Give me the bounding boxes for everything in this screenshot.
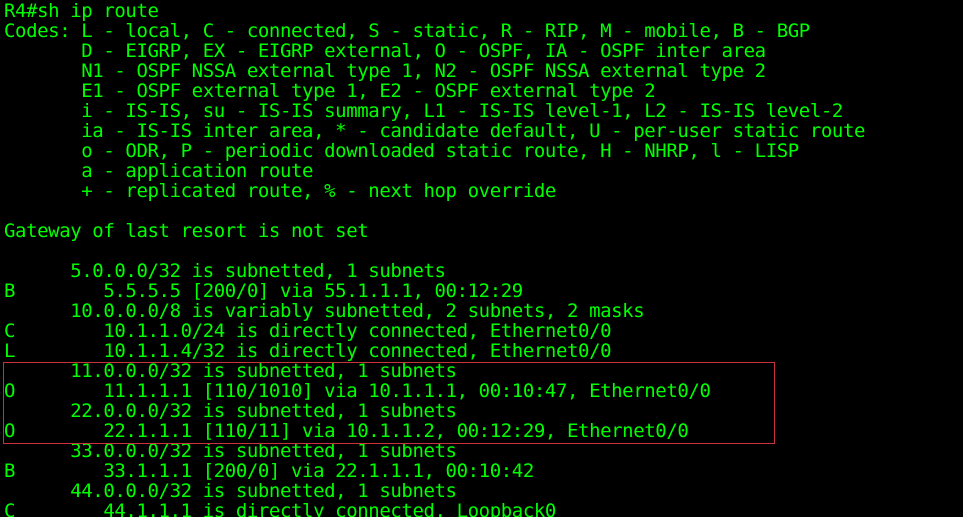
codes-legend-line: o - ODR, P - periodic downloaded static …	[4, 140, 799, 162]
codes-legend-line: a - application route	[4, 160, 314, 182]
codes-legend-line: E1 - OSPF external type 1, E2 - OSPF ext…	[4, 80, 656, 102]
route-entry-line: C 44.1.1.1 is directly connected, Loopba…	[4, 500, 556, 517]
codes-legend-line: + - replicated route, % - next hop overr…	[4, 180, 556, 202]
codes-legend-line: N1 - OSPF NSSA external type 1, N2 - OSP…	[4, 60, 766, 82]
route-header-line: 33.0.0.0/32 is subnetted, 1 subnets	[4, 440, 457, 462]
route-header-line: 10.0.0.0/8 is variably subnetted, 2 subn…	[4, 300, 645, 322]
route-header-line: 11.0.0.0/32 is subnetted, 1 subnets	[4, 360, 457, 382]
route-entry-line: O 11.1.1.1 [110/1010] via 10.1.1.1, 00:1…	[4, 380, 711, 402]
codes-legend-line: D - EIGRP, EX - EIGRP external, O - OSPF…	[4, 40, 766, 62]
codes-legend-line: ia - IS-IS inter area, * - candidate def…	[4, 120, 866, 142]
terminal-window[interactable]: R4#sh ip route Codes: L - local, C - con…	[0, 0, 963, 517]
prompt-command-line: R4#sh ip route	[4, 0, 159, 22]
route-header-line: 5.0.0.0/32 is subnetted, 1 subnets	[4, 260, 446, 282]
route-entry-line: O 22.1.1.1 [110/11] via 10.1.1.2, 00:12:…	[4, 420, 689, 442]
route-entry-line: B 33.1.1.1 [200/0] via 22.1.1.1, 00:10:4…	[4, 460, 534, 482]
terminal-output: R4#sh ip route Codes: L - local, C - con…	[4, 1, 865, 517]
codes-legend-line: Codes: L - local, C - connected, S - sta…	[4, 20, 810, 42]
route-header-line: 44.0.0.0/32 is subnetted, 1 subnets	[4, 480, 457, 502]
route-header-line: 22.0.0.0/32 is subnetted, 1 subnets	[4, 400, 457, 422]
gateway-status-line: Gateway of last resort is not set	[4, 220, 369, 242]
route-entry-line: L 10.1.1.4/32 is directly connected, Eth…	[4, 340, 612, 362]
route-entry-line: B 5.5.5.5 [200/0] via 55.1.1.1, 00:12:29	[4, 280, 523, 302]
codes-legend-line: i - IS-IS, su - IS-IS summary, L1 - IS-I…	[4, 100, 843, 122]
route-entry-line: C 10.1.1.0/24 is directly connected, Eth…	[4, 320, 612, 342]
